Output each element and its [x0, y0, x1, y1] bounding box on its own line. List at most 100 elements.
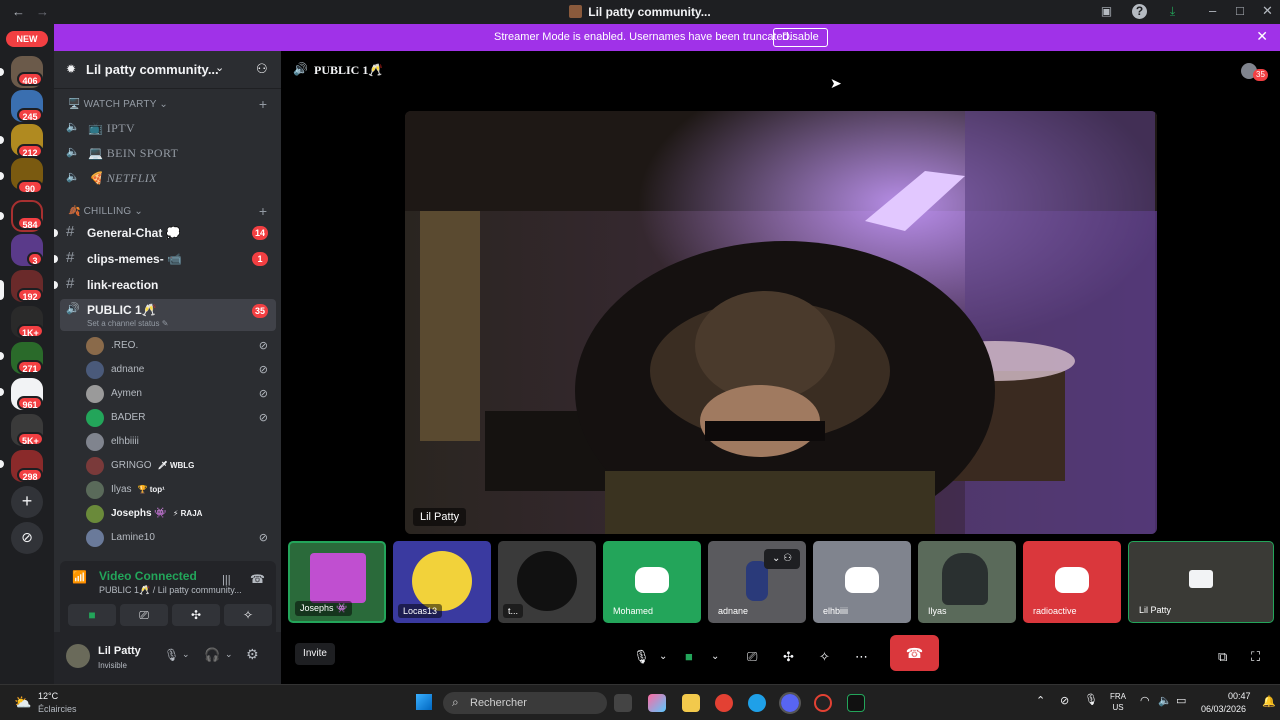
- soundboard-button[interactable]: ✧: [224, 604, 272, 626]
- participant-tile-radioactive[interactable]: radioactive: [1023, 541, 1121, 623]
- participant-tile-locas13[interactable]: Locas13: [393, 541, 491, 623]
- voice-member[interactable]: Lamine10 ⊘: [86, 527, 276, 549]
- tile-options-icon[interactable]: ⌄ ⚇: [764, 549, 800, 569]
- microphone-icon[interactable]: 🎙: [633, 646, 650, 668]
- explore-servers-button[interactable]: ⊘: [11, 522, 43, 554]
- close-window-icon[interactable]: ✕: [1262, 3, 1273, 19]
- more-options-icon[interactable]: ⋯: [855, 646, 868, 668]
- copilot-icon[interactable]: [648, 694, 666, 712]
- unread-pip: [54, 229, 58, 237]
- create-channel-icon[interactable]: +: [259, 203, 267, 219]
- screen-share-button[interactable]: ⎚: [120, 604, 168, 626]
- channel-status[interactable]: Set a channel status ✎: [87, 319, 168, 328]
- taskbar-search[interactable]: ⌕ Rechercher: [443, 692, 607, 714]
- screen-share-icon[interactable]: ⎚: [747, 646, 757, 668]
- notification-bell-icon[interactable]: 🔔: [1262, 695, 1276, 708]
- participant-tile-josephs[interactable]: Josephs 👾: [288, 541, 386, 623]
- voice-member[interactable]: Aymen ⊘: [86, 383, 276, 405]
- activities-icon[interactable]: ✣: [783, 646, 794, 668]
- activities-button[interactable]: ✣: [172, 604, 220, 626]
- app-icon[interactable]: [814, 694, 832, 712]
- weather-icon[interactable]: ⛅: [14, 694, 31, 711]
- signal-icon[interactable]: 📶: [72, 570, 87, 584]
- voice-location[interactable]: PUBLIC 1🥂 / Lil patty community...: [99, 585, 242, 596]
- tray-chevron-up-icon[interactable]: ⌃: [1036, 694, 1045, 707]
- voice-channel-netflix[interactable]: 🔈 🍕 NETFLIX: [66, 167, 276, 189]
- microphone-icon[interactable]: 🎙: [164, 648, 179, 662]
- download-icon[interactable]: ⤓: [1165, 4, 1180, 19]
- voice-member[interactable]: Josephs 👾 ⚡ RAJA: [86, 503, 276, 525]
- battery-icon[interactable]: ▭: [1176, 694, 1186, 707]
- headphones-icon[interactable]: 🎧: [204, 647, 220, 663]
- chevron-down-icon[interactable]: ⌄: [659, 646, 667, 668]
- voice-stage: 🔊 PUBLIC 1🥂 35 ➤ Lil Patty Josephs 👾 Loc…: [281, 51, 1280, 684]
- disconnect-button[interactable]: ☎: [890, 635, 939, 671]
- voice-member[interactable]: Ilyas 🏆 top¹: [86, 479, 276, 501]
- participant-tile-elhbiiii[interactable]: elhbiiii: [813, 541, 911, 623]
- wifi-icon[interactable]: ◠: [1140, 694, 1150, 707]
- discord-icon[interactable]: [779, 692, 801, 714]
- voice-channel-public-1[interactable]: 🔊 PUBLIC 1🥂 Set a channel status ✎ 35: [60, 299, 276, 331]
- camera-button[interactable]: ■: [68, 604, 116, 626]
- clock-date[interactable]: 06/03/2026: [1201, 704, 1246, 714]
- terminal-icon[interactable]: [847, 694, 865, 712]
- new-badge[interactable]: NEW: [6, 31, 48, 47]
- minimize-icon[interactable]: –: [1209, 3, 1216, 18]
- windows-start-icon[interactable]: [416, 694, 432, 710]
- main-video[interactable]: Lil Patty: [405, 111, 1157, 534]
- chevron-down-icon[interactable]: ⌄: [182, 649, 190, 660]
- text-channel-clips-memes[interactable]: # clips-memes- 📹 1: [54, 247, 276, 271]
- invite-button[interactable]: Invite: [295, 643, 335, 665]
- edge-icon[interactable]: [748, 694, 766, 712]
- weather-temperature[interactable]: 12°C: [38, 691, 58, 701]
- close-banner-icon[interactable]: ✕: [1256, 28, 1268, 45]
- mute-icon: ⊘: [258, 388, 268, 400]
- task-view-icon[interactable]: [614, 694, 632, 712]
- disconnect-icon[interactable]: ☎: [250, 572, 265, 586]
- maximize-icon[interactable]: □: [1236, 3, 1244, 18]
- voice-member[interactable]: elhbiiii: [86, 431, 276, 453]
- tray-microphone-icon[interactable]: 🎙: [1084, 693, 1098, 706]
- settings-gear-icon[interactable]: ⚙: [246, 646, 259, 663]
- tray-app-icon[interactable]: ⊘: [1060, 694, 1069, 707]
- text-channel-general-chat[interactable]: # General-Chat 💭 14: [54, 221, 276, 245]
- participant-tile-mohamed[interactable]: Mohamed: [603, 541, 701, 623]
- input-language[interactable]: FRA US: [1110, 691, 1126, 713]
- participant-tile-t[interactable]: t...: [498, 541, 596, 623]
- user-name[interactable]: Lil Patty: [98, 645, 141, 657]
- clock-time[interactable]: 00:47: [1228, 691, 1251, 701]
- voice-member[interactable]: .REO. ⊘: [86, 335, 276, 357]
- participant-tile-ilyas[interactable]: Ilyas: [918, 541, 1016, 623]
- invite-people-icon[interactable]: ⚇: [256, 61, 268, 77]
- help-icon[interactable]: ?: [1132, 4, 1147, 19]
- participant-tile-lil-patty[interactable]: Lil Patty: [1128, 541, 1274, 623]
- voice-member[interactable]: GRINGO 🗡 WBLG: [86, 455, 276, 477]
- avatar[interactable]: [66, 644, 90, 668]
- chevron-down-icon[interactable]: ⌄: [225, 649, 233, 660]
- text-channel-link-reaction[interactable]: # link-reaction: [54, 273, 276, 297]
- category-chilling[interactable]: 🍂 CHILLING ⌄: [68, 206, 143, 217]
- soundboard-icon[interactable]: ✧: [819, 646, 830, 668]
- voice-status[interactable]: Video Connected: [99, 569, 197, 583]
- inbox-icon[interactable]: ▣: [1099, 4, 1114, 19]
- voice-channel-bein-sport[interactable]: 🔈 💻 BEIN SPORT: [66, 142, 276, 164]
- camera-icon[interactable]: ■: [685, 646, 693, 668]
- file-explorer-icon[interactable]: [682, 694, 700, 712]
- participant-tile-adnane[interactable]: ⌄ ⚇ adnane: [708, 541, 806, 623]
- add-server-button[interactable]: +: [11, 486, 43, 518]
- voice-member[interactable]: adnane ⊘: [86, 359, 276, 381]
- weather-description[interactable]: Éclaircies: [38, 704, 77, 714]
- chrome-icon[interactable]: [715, 694, 733, 712]
- disable-streamer-mode-button[interactable]: Disable: [773, 28, 828, 47]
- pop-out-icon[interactable]: ⧉: [1218, 646, 1227, 668]
- create-channel-icon[interactable]: +: [259, 96, 267, 112]
- fullscreen-icon[interactable]: ⛶: [1251, 646, 1260, 668]
- category-watch-party[interactable]: 🖥️ WATCH PARTY ⌄: [68, 99, 168, 110]
- noise-suppression-icon[interactable]: |||: [222, 574, 231, 586]
- volume-icon[interactable]: 🔈: [1158, 694, 1172, 707]
- server-header[interactable]: ✹ Lil patty community... ⌄ ⚇: [54, 51, 281, 89]
- voice-member[interactable]: BADER ⊘: [86, 407, 276, 429]
- chevron-down-icon[interactable]: ⌄: [711, 646, 719, 668]
- voice-channel-iptv[interactable]: 🔈 📺 IPTV: [66, 117, 276, 139]
- tile-name: Ilyas: [928, 606, 947, 616]
